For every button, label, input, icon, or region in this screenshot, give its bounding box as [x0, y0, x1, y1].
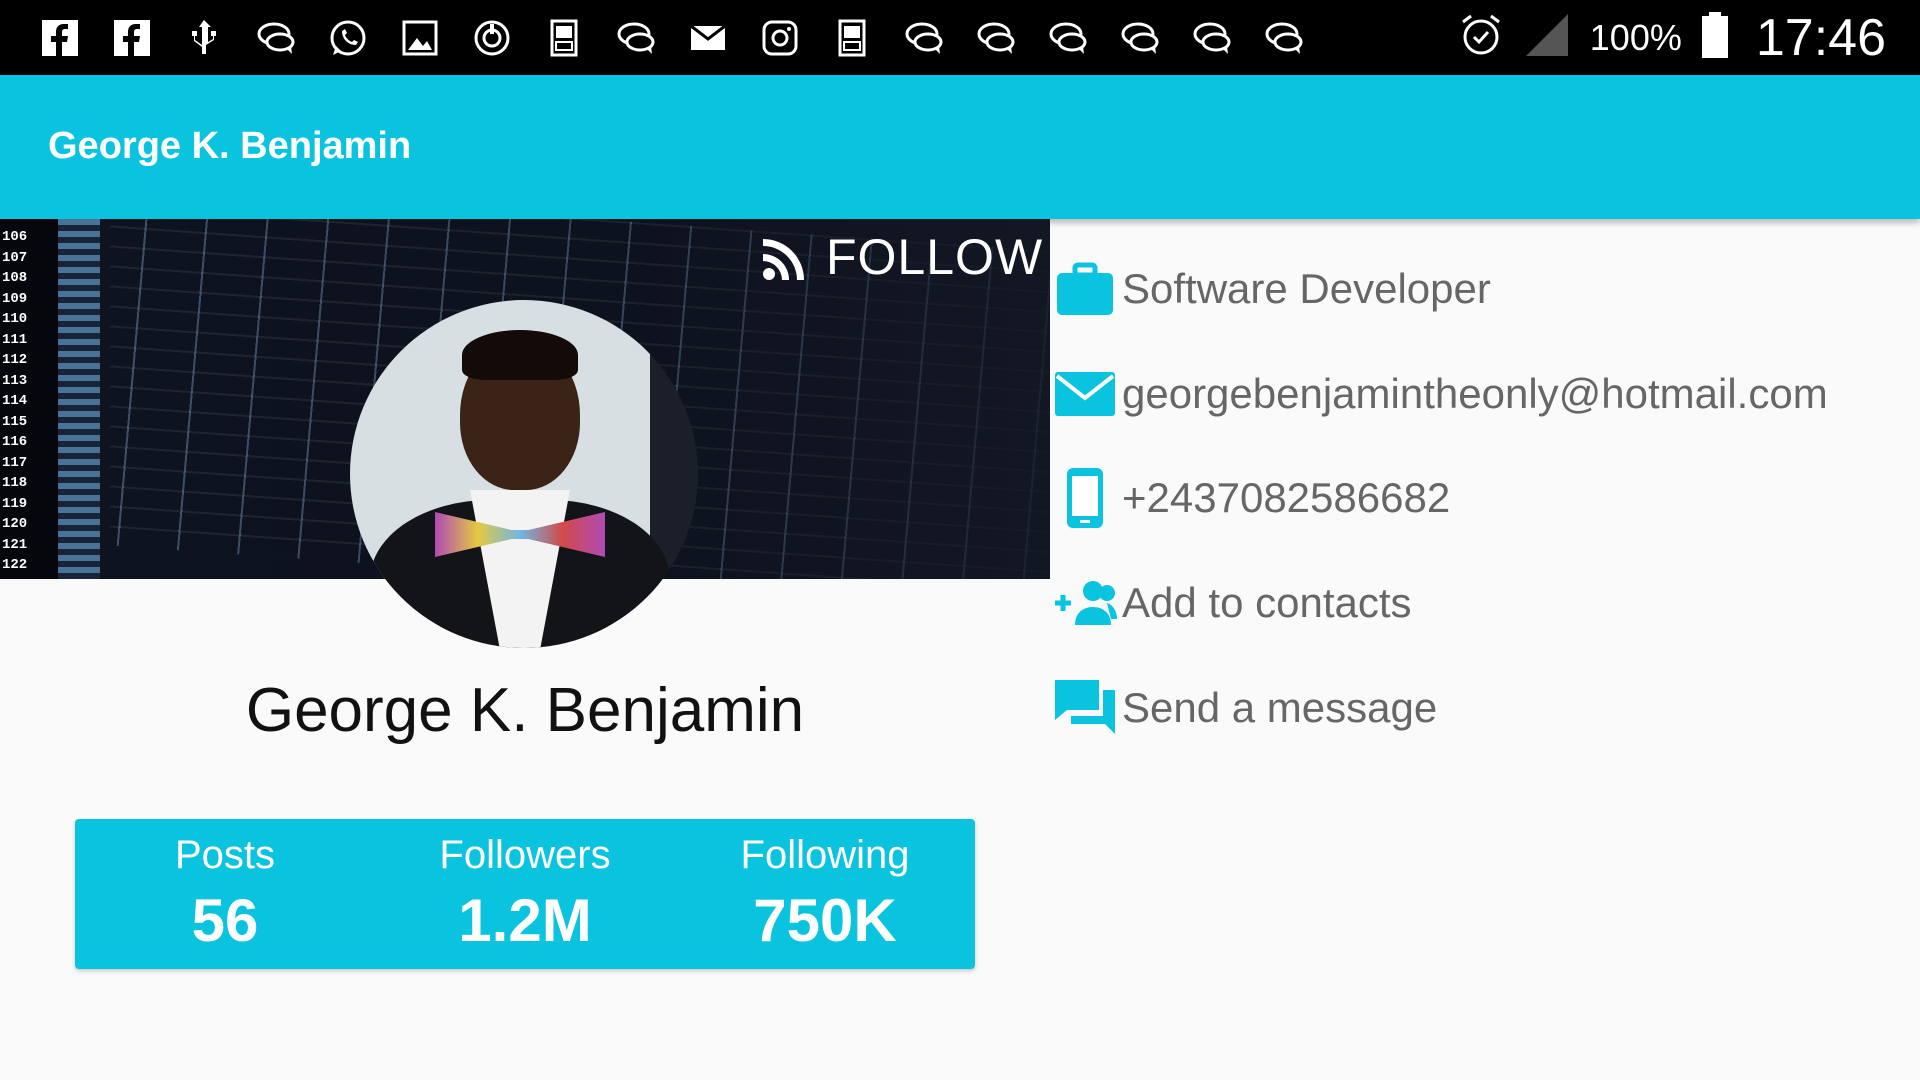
status-bar: 100% 17:46 [0, 0, 1920, 75]
email-row[interactable]: georgebenjamintheonly@hotmail.com [1050, 354, 1828, 434]
following-label: Following [740, 833, 910, 877]
send-message-row[interactable]: Send a message [1050, 668, 1437, 748]
image-icon [400, 18, 440, 58]
chat-icon [904, 18, 944, 58]
send-message[interactable]: Send a message [1122, 684, 1437, 732]
rss-icon [763, 239, 804, 280]
message-icon [1050, 673, 1120, 743]
phone-number[interactable]: +2437082586682 [1122, 474, 1450, 522]
email-icon [1050, 359, 1120, 429]
posts-label: Posts [174, 833, 276, 877]
follow-label: FOLLOW [826, 229, 1044, 285]
stat-followers[interactable]: Followers 1.2M [375, 819, 675, 969]
dictionary-icon [544, 18, 584, 58]
chat-icon [1048, 18, 1088, 58]
add-contacts-row[interactable]: Add to contacts [1050, 563, 1412, 643]
posts-value: 56 [191, 887, 259, 954]
briefcase-icon [1050, 254, 1120, 324]
chat-icon [976, 18, 1016, 58]
chat-icon [256, 18, 296, 58]
app-title: George K. Benjamin [48, 125, 412, 167]
signal-icon [1522, 10, 1572, 65]
chat-icon [1264, 18, 1304, 58]
battery-icon [1700, 10, 1730, 65]
stat-following[interactable]: Following 750K [675, 819, 975, 969]
whatsapp-icon [328, 18, 368, 58]
facebook-icon [40, 18, 80, 58]
system-icons: 100% 17:46 [1458, 0, 1886, 75]
email-address[interactable]: georgebenjamintheonly@hotmail.com [1122, 370, 1828, 418]
phone-row[interactable]: +2437082586682 [1050, 458, 1450, 538]
job-row: Software Developer [1050, 249, 1491, 329]
add-contact-icon [1050, 568, 1120, 638]
clock: 17:46 [1755, 8, 1886, 67]
chat-icon [1120, 18, 1160, 58]
battery-percent: 100% [1589, 16, 1682, 58]
alarm-icon [1458, 12, 1504, 63]
avatar[interactable] [350, 300, 698, 648]
instagram-icon [760, 18, 800, 58]
avatar-hair [462, 330, 578, 380]
sync-icon [472, 18, 512, 58]
stats-card: Posts 56 Followers 1.2M Following 750K [75, 819, 975, 969]
followers-value: 1.2M [458, 887, 592, 954]
usb-icon [184, 18, 224, 58]
chat-icon [1192, 18, 1232, 58]
phone-icon [1050, 463, 1120, 533]
stat-posts[interactable]: Posts 56 [75, 819, 375, 969]
chat-icon [616, 18, 656, 58]
following-value: 750K [753, 887, 897, 954]
app-bar: George K. Benjamin [0, 75, 1920, 219]
profile-name: George K. Benjamin [245, 676, 805, 745]
mail-icon [688, 18, 728, 58]
facebook-icon [112, 18, 152, 58]
job-title: Software Developer [1122, 265, 1491, 312]
follow-button[interactable]: FOLLOW [760, 228, 1043, 286]
followers-label: Followers [439, 833, 611, 877]
dictionary-icon [832, 18, 872, 58]
add-to-contacts[interactable]: Add to contacts [1122, 579, 1412, 627]
notification-icons [0, 18, 1304, 58]
